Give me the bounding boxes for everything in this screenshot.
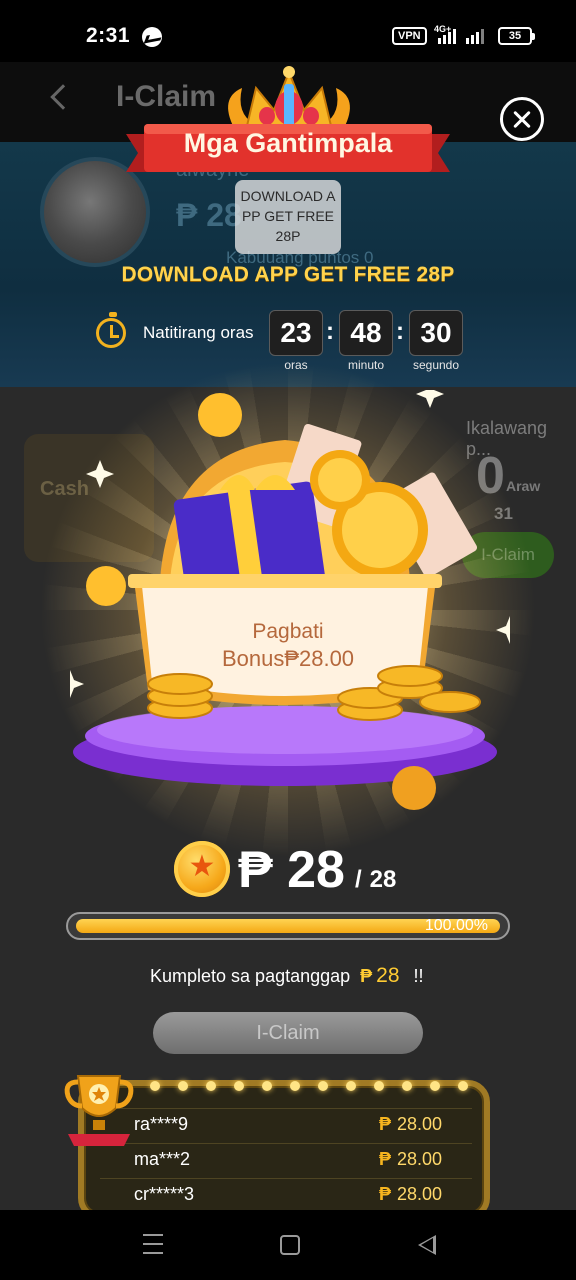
board-divider — [100, 1108, 472, 1109]
winner-currency: ₱ — [378, 1149, 391, 1169]
board-light — [234, 1081, 244, 1091]
complete-value: 28 — [376, 964, 400, 987]
timer-colon: : — [326, 318, 334, 345]
trophy-icon — [64, 1075, 134, 1146]
board-light — [402, 1081, 412, 1091]
board-light — [374, 1081, 384, 1091]
stopwatch-icon — [96, 312, 126, 348]
timer-label: Natitirang oras — [143, 323, 254, 342]
messenger-icon — [142, 27, 162, 47]
complete-message: Kumpleto sa pagtanggap ₱ 28!! — [150, 964, 424, 988]
winner-name: ma***2 — [134, 1149, 191, 1169]
back-icon[interactable] — [50, 84, 76, 110]
promo-title: DOWNLOAD APP GET FREE 28P — [121, 263, 455, 286]
home-icon[interactable] — [280, 1235, 300, 1255]
greeting-line2: Bonus₱28.00 — [221, 646, 355, 671]
treasure-chest-icon — [70, 390, 510, 810]
board-light — [458, 1081, 468, 1091]
signal-icon-2 — [466, 28, 484, 44]
amount-current: 28 — [287, 841, 345, 899]
progress-bar: 100.00% — [66, 912, 510, 940]
timer-hours: 23 — [269, 310, 323, 356]
winner-row: ra****9 ₱ 28.00 — [134, 1114, 442, 1146]
complete-currency: ₱ — [360, 966, 373, 986]
board-light — [318, 1081, 328, 1091]
recent-apps-icon[interactable] — [143, 1234, 163, 1254]
timer-minutes: 48 — [339, 310, 393, 356]
vpn-badge: VPN — [392, 27, 427, 45]
system-nav-bar — [0, 1210, 576, 1280]
close-button[interactable] — [500, 97, 544, 141]
board-light — [178, 1081, 188, 1091]
amount-total: 28 — [369, 866, 397, 893]
amount-separator: / — [354, 866, 362, 893]
winner-currency: ₱ — [378, 1114, 391, 1134]
winner-currency: ₱ — [378, 1184, 391, 1204]
greeting: Pagbati Bonus₱28.00 — [190, 620, 386, 672]
winner-amount: ₱ 28.00 — [379, 1114, 442, 1135]
complete-suffix: !! — [413, 966, 424, 986]
claim-button[interactable]: I-Claim — [153, 1012, 423, 1054]
days-label: Araw — [506, 478, 541, 494]
timer-seconds: 30 — [409, 310, 463, 356]
winner-name: cr*****3 — [134, 1184, 195, 1204]
greeting-line1: Pagbati — [252, 620, 324, 643]
progress-text: 100.00% — [424, 917, 488, 934]
board-light — [290, 1081, 300, 1091]
winner-amount: ₱ 28.00 — [379, 1149, 442, 1170]
timer-seconds-label: segundo — [412, 358, 460, 372]
battery-icon: 35 — [498, 27, 535, 45]
board-light — [150, 1081, 160, 1091]
signal-icon — [438, 28, 456, 44]
board-light — [262, 1081, 272, 1091]
winner-value: 28.00 — [396, 1114, 442, 1134]
board-light — [206, 1081, 216, 1091]
download-tooltip: DOWNLOAD APP GET FREE 28P — [235, 180, 341, 254]
reward-amount: ₱ 28 / 28 — [238, 840, 396, 900]
timer-hours-label: oras — [284, 358, 308, 372]
coin-icon — [174, 841, 230, 897]
winner-value: 28.00 — [396, 1184, 442, 1204]
timer-colon: : — [396, 318, 404, 345]
balance: ₱ 28 — [176, 197, 242, 233]
winner-amount: ₱ 28.00 — [379, 1184, 442, 1205]
winner-row: ma***2 ₱ 28.00 — [134, 1149, 442, 1181]
status-time: 2:31 — [86, 24, 131, 47]
winner-name: ra****9 — [134, 1114, 189, 1134]
winner-value: 28.00 — [396, 1149, 442, 1169]
timer-minutes-label: minuto — [347, 358, 385, 372]
app-title: I-Claim — [116, 80, 217, 113]
board-light — [346, 1081, 356, 1091]
status-bar: 2:31 VPN 4G+ 35 — [0, 0, 576, 62]
amount-currency: ₱ — [238, 841, 273, 899]
complete-text: Kumpleto sa pagtanggap — [150, 966, 351, 986]
back-nav-icon[interactable] — [418, 1235, 436, 1255]
board-light — [430, 1081, 440, 1091]
banner-title: Mga Gantimpala — [183, 128, 393, 158]
